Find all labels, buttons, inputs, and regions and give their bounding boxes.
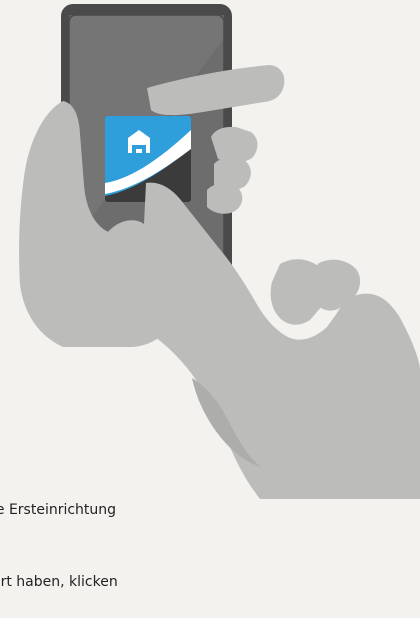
instruction-line-2: ert haben, klicken xyxy=(0,574,118,590)
instruction-line-1: ie Ersteinrichtung xyxy=(0,502,117,518)
smartphone-tap-illustration xyxy=(0,0,420,499)
setup-instructions: ie Ersteinrichtung ert haben, klicken xyxy=(0,450,230,618)
